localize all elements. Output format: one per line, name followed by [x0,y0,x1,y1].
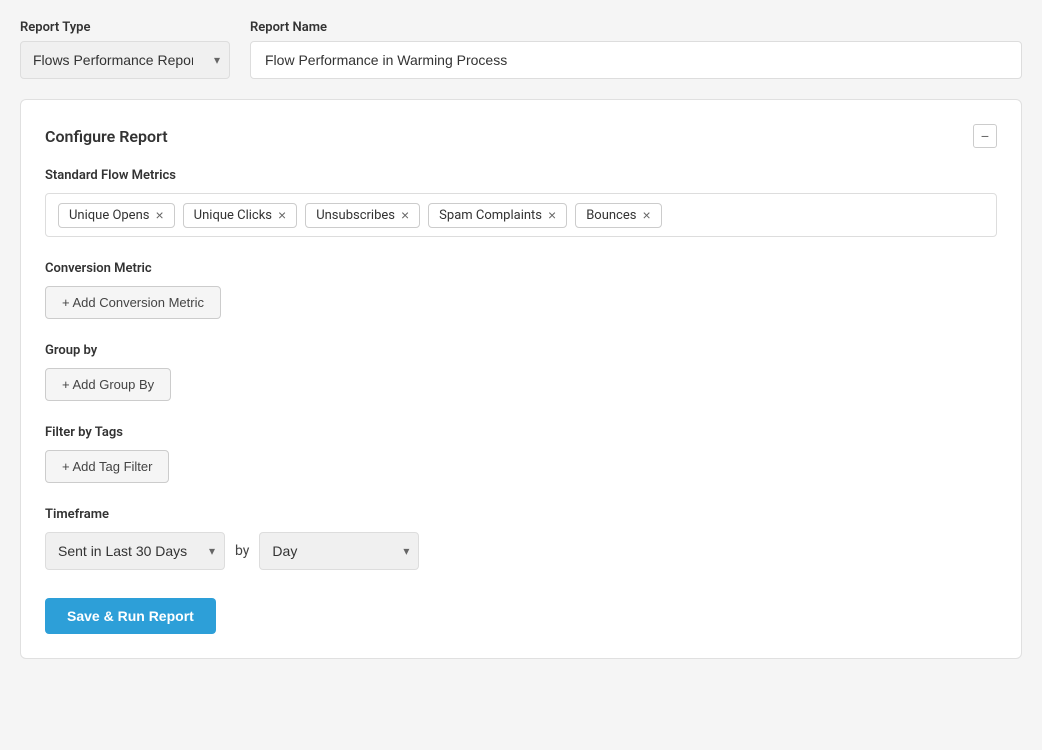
remove-unique-clicks-button[interactable]: × [278,208,286,222]
add-group-by-button[interactable]: + Add Group By [45,368,171,401]
metric-tag-unsubscribes: Unsubscribes × [305,203,420,228]
report-type-group: Report Type Flows Performance Report Cam… [20,20,230,79]
report-name-label: Report Name [250,20,1022,35]
save-run-report-button[interactable]: Save & Run Report [45,598,216,634]
add-tag-filter-button[interactable]: + Add Tag Filter [45,450,169,483]
standard-flow-metrics-label: Standard Flow Metrics [45,168,997,183]
timeframe-by-label: by [235,543,249,559]
remove-bounces-button[interactable]: × [642,208,650,222]
metric-tag-spam-complaints: Spam Complaints × [428,203,567,228]
report-type-select-wrapper: Flows Performance Report Campaign Perfor… [20,41,230,79]
collapse-button[interactable]: − [973,124,997,148]
timeframe-period-select[interactable]: Sent in Last 30 Days Sent in Last 7 Days… [45,532,225,570]
filter-by-tags-section: Filter by Tags + Add Tag Filter [45,425,997,483]
card-title: Configure Report [45,127,168,146]
collapse-icon: − [981,128,989,144]
metric-tag-label: Spam Complaints [439,208,542,223]
report-name-input[interactable] [250,41,1022,79]
timeframe-label: Timeframe [45,507,997,522]
metric-tag-label: Bounces [586,208,636,223]
group-by-section: Group by + Add Group By [45,343,997,401]
timeframe-row: Sent in Last 30 Days Sent in Last 7 Days… [45,532,997,570]
card-header: Configure Report − [45,124,997,148]
timeframe-period-wrapper: Sent in Last 30 Days Sent in Last 7 Days… [45,532,225,570]
metric-tag-label: Unsubscribes [316,208,395,223]
remove-unsubscribes-button[interactable]: × [401,208,409,222]
report-type-label: Report Type [20,20,230,35]
configure-report-card: Configure Report − Standard Flow Metrics… [20,99,1022,659]
remove-spam-complaints-button[interactable]: × [548,208,556,222]
metric-tag-label: Unique Clicks [194,208,272,223]
report-name-group: Report Name [250,20,1022,79]
remove-unique-opens-button[interactable]: × [155,208,163,222]
add-conversion-metric-button[interactable]: + Add Conversion Metric [45,286,221,319]
timeframe-granularity-wrapper: Day Week Month ▾ [259,532,419,570]
timeframe-granularity-select[interactable]: Day Week Month [259,532,419,570]
form-row-top: Report Type Flows Performance Report Cam… [20,20,1022,79]
group-by-label: Group by [45,343,997,358]
standard-flow-metrics-section: Standard Flow Metrics Unique Opens × Uni… [45,168,997,237]
timeframe-section: Timeframe Sent in Last 30 Days Sent in L… [45,507,997,570]
page-wrapper: Report Type Flows Performance Report Cam… [20,20,1022,659]
metric-tag-unique-clicks: Unique Clicks × [183,203,298,228]
report-type-select[interactable]: Flows Performance Report Campaign Perfor… [20,41,230,79]
metrics-container: Unique Opens × Unique Clicks × Unsubscri… [45,193,997,237]
metric-tag-bounces: Bounces × [575,203,661,228]
conversion-metric-section: Conversion Metric + Add Conversion Metri… [45,261,997,319]
metric-tag-label: Unique Opens [69,208,149,223]
conversion-metric-label: Conversion Metric [45,261,997,276]
filter-by-tags-label: Filter by Tags [45,425,997,440]
metric-tag-unique-opens: Unique Opens × [58,203,175,228]
